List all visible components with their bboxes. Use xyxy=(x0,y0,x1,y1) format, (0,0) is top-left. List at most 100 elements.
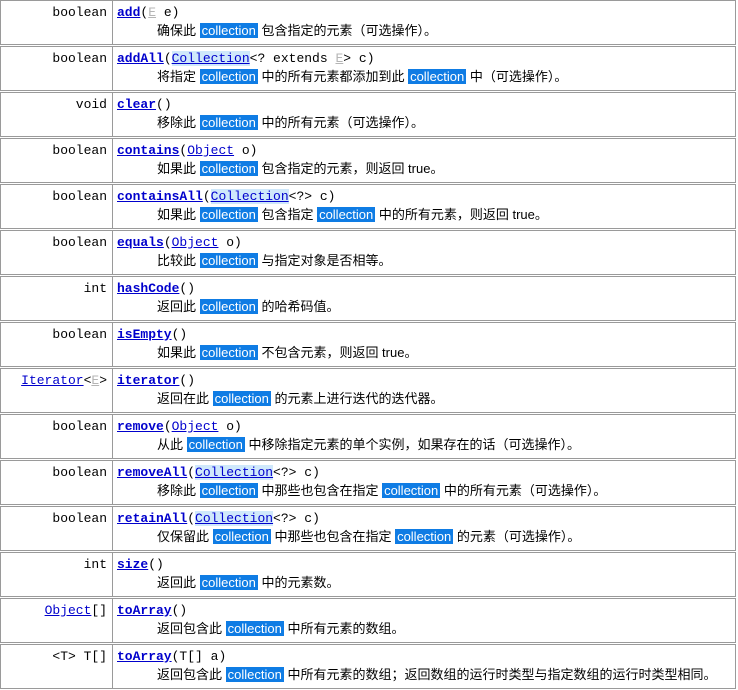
desc-text-post: 与指定对象是否相等。 xyxy=(257,253,392,268)
method-name-link[interactable]: isEmpty xyxy=(117,327,172,342)
method-row-inner: boolean remove(Object o) 从此 collection 中移除… xyxy=(1,415,735,458)
method-description: 将指定 collection 中的所有元素都添加到此 collection 中（… xyxy=(117,68,731,86)
paren-open: ( xyxy=(156,97,164,112)
method-row-inner: boolean containsAll(Collection<?> c) 如果此 c… xyxy=(1,185,735,228)
method-name-link[interactable]: add xyxy=(117,5,140,20)
method-description: 返回此 collection 的哈希码值。 xyxy=(117,298,731,316)
desc-text-pre: 返回在此 xyxy=(157,391,213,406)
return-type-cell: int xyxy=(1,553,113,596)
method-row-inner: Iterator<E> iterator() 返回在此 collection 的元素… xyxy=(1,369,735,412)
method-description: 返回在此 collection 的元素上进行迭代的迭代器。 xyxy=(117,390,731,408)
return-type-part[interactable]: Object xyxy=(45,603,92,618)
return-type-part: [] xyxy=(91,603,107,618)
method-name-link[interactable]: containsAll xyxy=(117,189,203,204)
search-highlight: collection xyxy=(382,483,441,498)
method-parameter: o xyxy=(218,419,235,434)
method-signature: toArray(T[] a) xyxy=(117,648,731,665)
return-type-part[interactable]: Iterator xyxy=(21,373,83,388)
method-parameter[interactable]: Collection xyxy=(195,465,274,480)
method-name-link[interactable]: clear xyxy=(117,97,156,112)
method-parameter[interactable]: Object xyxy=(172,235,219,250)
method-signature: retainAll(Collection<?> c) xyxy=(117,510,731,527)
method-signature: containsAll(Collection<?> c) xyxy=(117,188,731,205)
return-type-text: boolean xyxy=(52,465,107,480)
method-detail-cell: add(E e) 确保此 collection 包含指定的元素（可选操作）。 xyxy=(113,1,735,44)
search-highlight: collection xyxy=(395,529,454,544)
desc-text-post: 包含指定的元素，则返回 true。 xyxy=(257,161,444,176)
method-parameter[interactable]: Object xyxy=(172,419,219,434)
method-name-link[interactable]: iterator xyxy=(117,373,179,388)
return-type-text: int xyxy=(83,557,107,572)
method-description: 从此 collection 中移除指定元素的单个实例，如果存在的话（可选操作）。 xyxy=(117,436,731,454)
method-row-inner: boolean retainAll(Collection<?> c) 仅保留此 co… xyxy=(1,507,735,550)
search-highlight: collection xyxy=(199,345,258,360)
search-highlight: collection xyxy=(199,161,258,176)
paren-close: ) xyxy=(249,143,258,158)
method-description: 如果此 collection 包含指定的元素，则返回 true。 xyxy=(117,160,731,178)
return-type-cell: boolean xyxy=(1,185,113,228)
return-type-text: boolean xyxy=(52,143,107,158)
return-type-cell: boolean xyxy=(1,507,113,550)
method-description: 仅保留此 collection 中那些也包含在指定 collection 的元素… xyxy=(117,528,731,546)
method-row-inner: <T> T[] toArray(T[] a) 返回包含此 collection 中所… xyxy=(1,645,735,688)
method-name-link[interactable]: toArray xyxy=(117,603,172,618)
desc-text-post: 中（可选操作）。 xyxy=(466,69,568,84)
method-parameter[interactable]: Collection xyxy=(195,511,274,526)
desc-text-pre: 返回包含此 xyxy=(157,621,226,636)
paren-close: ) xyxy=(234,419,242,434)
method-parameter[interactable]: Collection xyxy=(171,51,250,66)
method-parameter[interactable]: Collection xyxy=(210,189,289,204)
method-signature: clear() xyxy=(117,96,731,113)
method-name-link[interactable]: contains xyxy=(117,143,179,158)
return-type-text: void xyxy=(75,97,107,112)
paren-open: ( xyxy=(163,235,172,250)
return-type-cell: Iterator<E> xyxy=(1,369,113,412)
desc-text-pre: 确保此 xyxy=(157,23,200,38)
desc-text-pre: 将指定 xyxy=(157,69,200,84)
desc-text-pre: 移除此 xyxy=(157,115,200,130)
paren-close: ) xyxy=(156,557,164,572)
method-row: boolean removeAll(Collection<?> c) 移除此 col… xyxy=(0,460,736,505)
method-name-link[interactable]: retainAll xyxy=(117,511,187,526)
search-highlight: collection xyxy=(199,575,258,590)
method-name-link[interactable]: addAll xyxy=(117,51,164,66)
method-name-link[interactable]: removeAll xyxy=(117,465,187,480)
method-name-link[interactable]: hashCode xyxy=(117,281,179,296)
paren-close: ) xyxy=(218,649,227,664)
desc-text-post: 包含指定的元素（可选操作）。 xyxy=(257,23,437,38)
method-description: 移除此 collection 中的所有元素（可选操作）。 xyxy=(117,114,731,132)
method-parameter: > c xyxy=(343,51,367,66)
method-row: <T> T[] toArray(T[] a) 返回包含此 collection 中所… xyxy=(0,644,736,689)
return-type-cell: boolean xyxy=(1,461,113,504)
desc-text-post: 的哈希码值。 xyxy=(257,299,340,314)
desc-text-post: 中的所有元素（可选操作）。 xyxy=(257,115,424,130)
desc-text-pre: 返回包含此 xyxy=(157,667,226,682)
method-detail-cell: containsAll(Collection<?> c) 如果此 collecti… xyxy=(113,185,735,228)
method-name-link[interactable]: toArray xyxy=(117,649,172,664)
method-name-link[interactable]: remove xyxy=(117,419,164,434)
return-type-text: boolean xyxy=(52,51,107,66)
method-parameter: e xyxy=(156,5,172,20)
method-name-link[interactable]: equals xyxy=(117,235,164,250)
method-parameter[interactable]: E xyxy=(148,5,156,20)
method-parameter: <?> c xyxy=(273,465,313,480)
method-row: boolean equals(Object o) 比较此 collection 与指… xyxy=(0,230,736,275)
paren-close: ) xyxy=(327,189,336,204)
method-name-link[interactable]: size xyxy=(117,557,148,572)
method-row-inner: int size() 返回此 collection 中的元素数。 xyxy=(1,553,735,596)
search-highlight: collection xyxy=(212,391,271,406)
method-row: boolean addAll(Collection<? extends E> c)… xyxy=(0,46,736,91)
method-signature: hashCode() xyxy=(117,280,731,297)
return-type-text: boolean xyxy=(52,189,107,204)
method-signature: equals(Object o) xyxy=(117,234,731,251)
search-highlight: collection xyxy=(317,207,376,222)
method-parameter[interactable]: Object xyxy=(187,143,234,158)
method-row: void clear() 移除此 collection 中的所有元素（可选操作）。 xyxy=(0,92,736,137)
desc-text-pre: 返回此 xyxy=(157,299,200,314)
method-signature: contains(Object o) xyxy=(117,142,731,159)
desc-text-post: 中的元素数。 xyxy=(257,575,340,590)
return-type-cell: void xyxy=(1,93,113,136)
method-signature: size() xyxy=(117,556,731,573)
method-detail-cell: toArray() 返回包含此 collection 中所有元素的数组。 xyxy=(113,599,735,642)
paren-close: ) xyxy=(163,97,172,112)
